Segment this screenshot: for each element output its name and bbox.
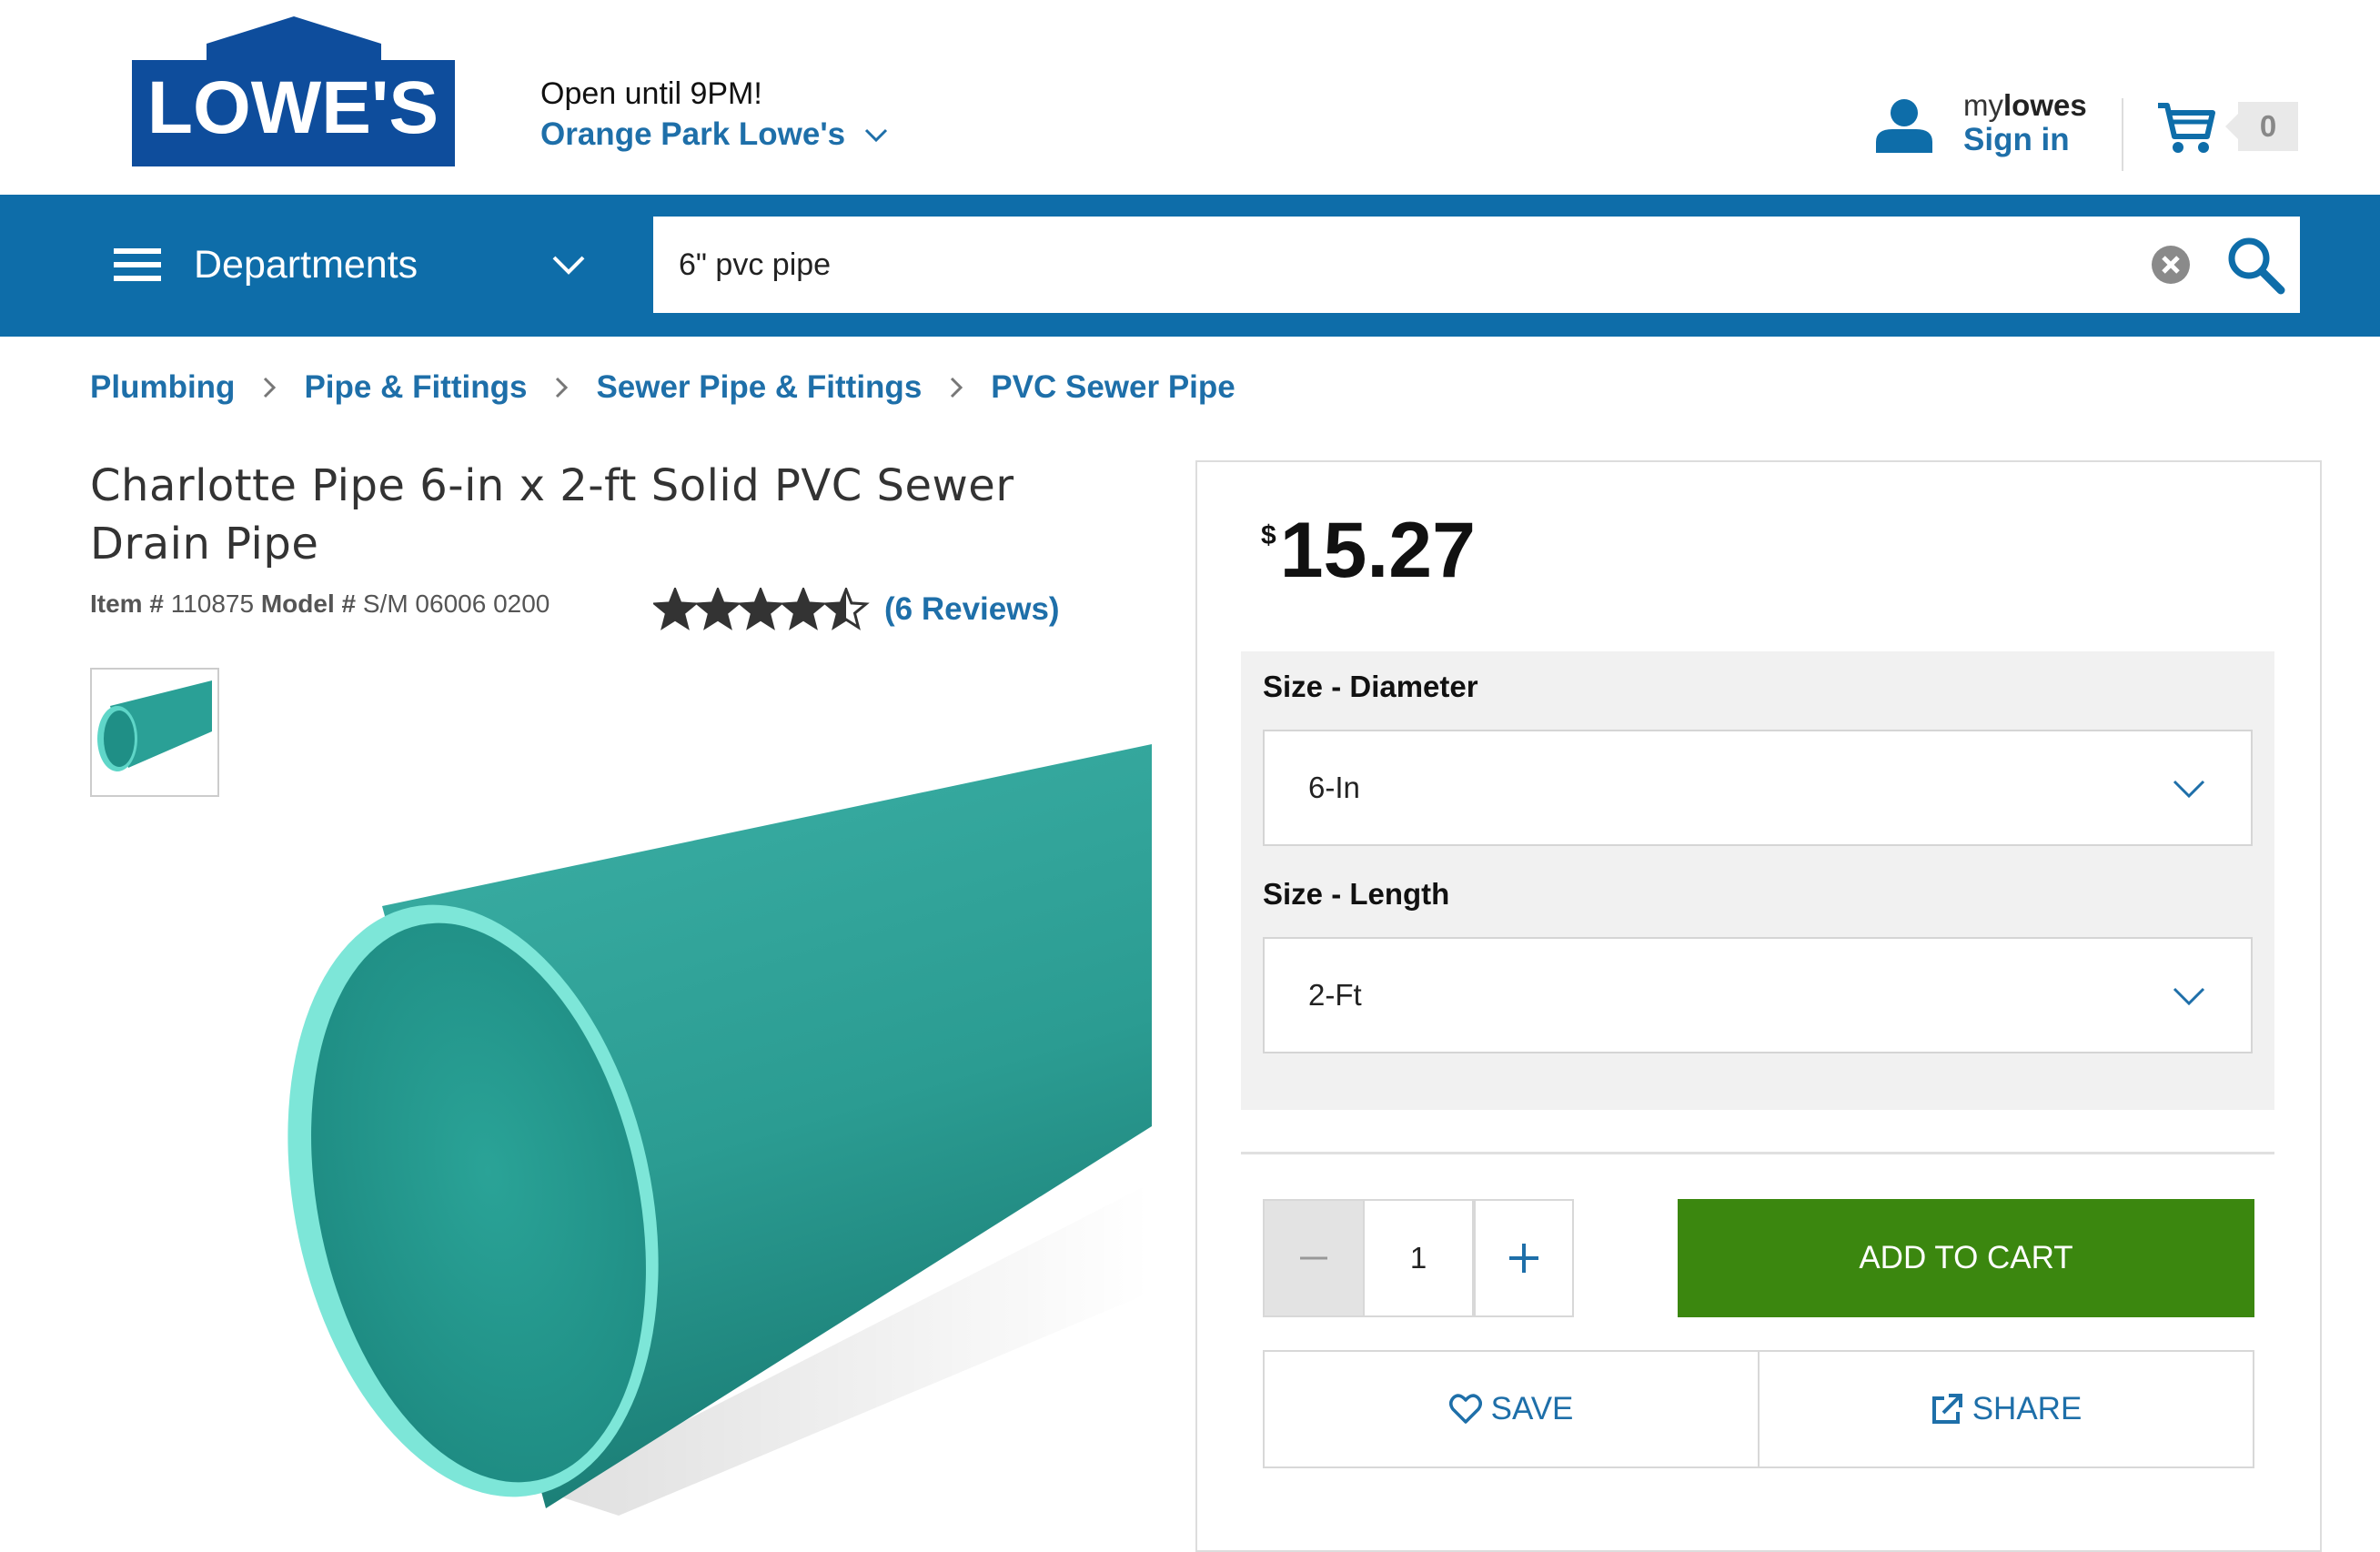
price-amount: 15.27 [1279, 507, 1476, 594]
product-thumbnail[interactable] [90, 668, 219, 797]
header-divider [2122, 98, 2123, 171]
length-value: 2-Ft [1308, 978, 1362, 1012]
account-icon[interactable] [1874, 98, 1934, 153]
heart-icon [1448, 1394, 1482, 1424]
clear-search-icon[interactable] [2150, 244, 2192, 286]
store-hours: Open until 9PM! [540, 76, 762, 111]
search-bar [653, 217, 2300, 313]
price-currency: $ [1261, 520, 1276, 550]
cart-icon[interactable] [2156, 100, 2216, 155]
product-options: Size - Diameter 6-In Size - Length 2-Ft [1241, 651, 2274, 1110]
share-button[interactable]: SHARE [1758, 1350, 2254, 1468]
product-main-image [287, 744, 1152, 1516]
length-select[interactable]: 2-Ft [1263, 937, 2253, 1053]
product-title: Charlotte Pipe 6-in x 2-ft Solid PVC Sew… [90, 460, 1014, 569]
logo-text: LOWE'S [147, 66, 439, 149]
minus-icon [1300, 1256, 1327, 1260]
model-number-label: Model # [260, 590, 357, 618]
add-to-cart-button[interactable]: ADD TO CART [1678, 1199, 2254, 1317]
star-fill [698, 590, 738, 628]
save-button[interactable]: SAVE [1263, 1350, 1760, 1468]
cart-count-badge[interactable]: 0 [2225, 102, 2298, 151]
search-input[interactable] [677, 237, 2045, 293]
star-rating-icon [653, 588, 870, 630]
model-number: S/M 06006 0200 [362, 590, 550, 618]
departments-label: Departments [194, 242, 419, 287]
breadcrumb-item[interactable]: Pipe & Fittings [304, 369, 527, 406]
breadcrumb-item[interactable]: Sewer Pipe & Fittings [596, 369, 922, 406]
star-fill [741, 590, 781, 628]
store-selector[interactable]: Orange Park Lowe's [540, 116, 889, 153]
chevron-right-icon [951, 377, 963, 398]
store-name: Orange Park Lowe's [540, 116, 846, 152]
star-fill [783, 590, 823, 628]
reviews-link[interactable]: (6 Reviews) [884, 591, 1060, 628]
mylowes-prefix: my [1963, 88, 2003, 122]
item-info: Item # 110875 Model # S/M 06006 0200 [90, 590, 550, 619]
chevron-right-icon [264, 377, 277, 398]
diameter-select[interactable]: 6-In [1263, 730, 2253, 846]
diameter-value: 6-In [1308, 771, 1360, 804]
pipe-thumbnail-image [97, 680, 212, 771]
plus-icon [1509, 1244, 1538, 1273]
length-label: Size - Length [1263, 877, 1450, 911]
share-label: SHARE [1972, 1391, 2082, 1426]
diameter-label: Size - Diameter [1263, 670, 1478, 703]
lowes-logo[interactable]: LOWE'S [132, 16, 455, 166]
external-link-icon [1931, 1394, 1962, 1424]
product-price: $ 15.27 [1261, 509, 1476, 591]
breadcrumb-item[interactable]: PVC Sewer Pipe [991, 369, 1235, 406]
chevron-down-icon [552, 256, 585, 275]
buybox-divider [1241, 1152, 2274, 1154]
item-number-label: Item # [90, 590, 164, 618]
sign-in-link[interactable]: Sign in [1963, 122, 2070, 158]
item-number: 110875 [170, 590, 255, 618]
mylowes-brand: lowes [2003, 88, 2087, 122]
departments-menu[interactable]: Departments [114, 237, 587, 293]
chevron-right-icon [556, 377, 569, 398]
breadcrumb: Plumbing Pipe & Fittings Sewer Pipe & Fi… [90, 369, 1235, 406]
chevron-down-icon [2173, 780, 2205, 799]
breadcrumb-item[interactable]: Plumbing [90, 369, 235, 406]
search-icon[interactable] [2225, 235, 2285, 295]
save-label: SAVE [1490, 1391, 1574, 1426]
hamburger-icon [114, 248, 161, 281]
product-rating: (6 Reviews) [653, 588, 1060, 631]
star-fill [655, 590, 695, 628]
quantity-increase-button[interactable] [1474, 1199, 1574, 1317]
chevron-down-icon [2173, 987, 2205, 1006]
mylowes-label: mylowes [1963, 88, 2087, 123]
quantity-input[interactable] [1365, 1199, 1474, 1317]
quantity-decrease-button[interactable] [1263, 1199, 1365, 1317]
chevron-down-icon [865, 128, 888, 143]
